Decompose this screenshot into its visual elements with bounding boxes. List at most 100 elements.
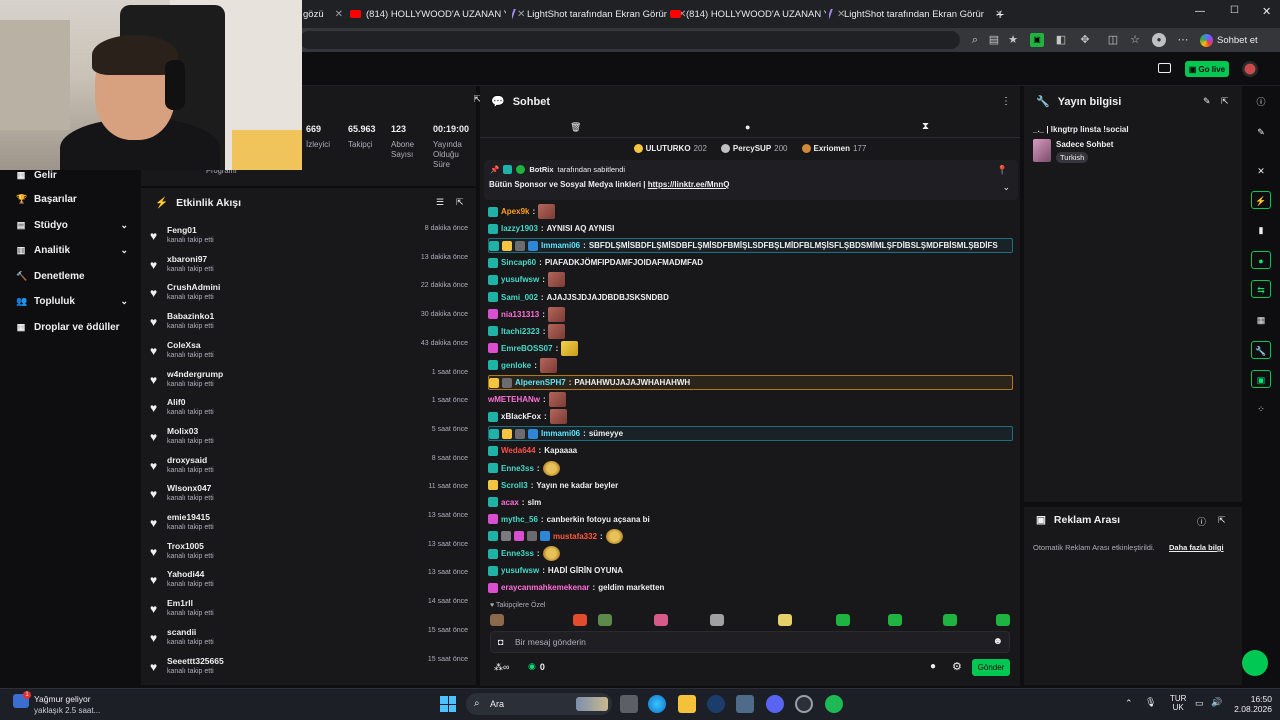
- chat-bubble-small-icon[interactable]: ●: [930, 661, 936, 672]
- reader-icon[interactable]: ▤: [987, 33, 1001, 47]
- favorites-icon[interactable]: ☆: [1128, 33, 1142, 47]
- chat-message[interactable]: Itachi2323:: [488, 323, 1013, 339]
- language-indicator[interactable]: TUR UK: [1170, 694, 1186, 712]
- nav-item[interactable]: ▤ Stüdyo ⌄: [16, 220, 128, 231]
- chat-username[interactable]: Sincap60: [501, 258, 536, 267]
- settings-app-icon[interactable]: [795, 695, 813, 713]
- clip-rail-icon[interactable]: ▮: [1251, 221, 1271, 239]
- chat-username[interactable]: Enne3ss: [501, 549, 534, 558]
- edge-browser-icon[interactable]: [648, 695, 666, 713]
- chat-username[interactable]: Weda644: [501, 446, 536, 455]
- taskbar-search[interactable]: ⌕ Ara: [466, 693, 612, 715]
- expand-chevron-icon[interactable]: ⌄: [1002, 182, 1010, 193]
- raid-rail-icon[interactable]: ⇆: [1251, 280, 1271, 298]
- chat-username[interactable]: wMETEHANw: [488, 395, 540, 404]
- favorite-star-icon[interactable]: ★: [1006, 33, 1020, 47]
- chat-username[interactable]: Sami_002: [501, 293, 538, 302]
- activity-item[interactable]: ♥ w4ndergrump kanalı takip etti 1 saat önce: [150, 369, 470, 393]
- emote-icon[interactable]: [710, 614, 724, 626]
- chat-rail-icon[interactable]: ●: [1251, 251, 1271, 269]
- chat-message[interactable]: yusufwsw: HADİ GİRİN OYUNA: [488, 563, 1013, 578]
- browser-tab[interactable]: LightShot tarafından Ekran Görün ✕: [512, 4, 692, 24]
- chat-username[interactable]: nia131313: [501, 310, 539, 319]
- copilot-chat-button[interactable]: Sohbet et: [1200, 31, 1272, 49]
- unpin-icon[interactable]: 📍: [997, 165, 1008, 176]
- edit-rail-icon[interactable]: ✎: [1251, 123, 1271, 141]
- chat-message[interactable]: Apex9k:: [488, 204, 1013, 219]
- chat-username[interactable]: acax: [501, 498, 519, 507]
- activity-item[interactable]: ♥ CrushAdmini kanalı takip etti 22 dakika ö…: [150, 282, 470, 306]
- nav-item[interactable]: ▥ Analitik ⌄: [16, 245, 128, 256]
- activity-item[interactable]: ♥ Seeettt325665 kanalı takip etti 15 saat ö…: [150, 656, 470, 680]
- leaderboard-entry[interactable]: PercySUP 200: [720, 140, 788, 156]
- new-tab-button[interactable]: +: [996, 6, 1004, 22]
- info-icon[interactable]: ⓘ: [1197, 515, 1206, 528]
- leaderboard-entry[interactable]: ULUTURKO 202: [633, 140, 707, 156]
- chat-message[interactable]: EmreBOSS07:: [488, 340, 1013, 356]
- chat-message[interactable]: acax: slm: [488, 495, 1013, 510]
- app-icon[interactable]: [736, 695, 754, 713]
- nav-item[interactable]: ▦ Gelir: [16, 170, 128, 181]
- marker-rail-icon[interactable]: ▦: [1251, 311, 1271, 329]
- address-bar[interactable]: [300, 31, 960, 49]
- network-icon[interactable]: ▭: [1195, 698, 1204, 709]
- emote-icon[interactable]: [836, 614, 850, 626]
- discord-icon[interactable]: [766, 695, 784, 713]
- microphone-icon[interactable]: 🎙: [1145, 697, 1156, 708]
- browser-tab[interactable]: (814) HOLLYWOOD'A UZANAN YO ✕: [670, 4, 850, 24]
- chat-message[interactable]: eraycanmahkemekenar: geldim marketten: [488, 580, 1013, 595]
- chat-input[interactable]: ◘ Bir mesaj gönderin ☻: [490, 631, 1010, 653]
- nav-item[interactable]: 🏆 Başarılar: [16, 194, 128, 205]
- emote-icon[interactable]: [996, 614, 1010, 626]
- activity-item[interactable]: ♥ xbaroni97 kanalı takip etti 13 dakika önc…: [150, 254, 470, 278]
- minimize-button[interactable]: —: [1195, 6, 1205, 17]
- chat-username[interactable]: Immami06: [541, 241, 580, 250]
- chat-message[interactable]: lazzy1903: AYNISI AQ AYNISI: [488, 221, 1013, 236]
- chat-message[interactable]: Sincap60: PIAFADKJÖMFIPDAMFJOIDAFMADMFAD: [488, 255, 1013, 270]
- steam-icon[interactable]: [707, 695, 725, 713]
- info-rail-icon[interactable]: ⓘ: [1251, 93, 1271, 111]
- close-tab-icon[interactable]: ✕: [335, 9, 343, 20]
- split-screen-icon[interactable]: ◫: [1106, 33, 1120, 47]
- ad-break-more-info-link[interactable]: Daha fazla bilgi: [1169, 543, 1224, 552]
- chat-message[interactable]: Immami06: sümeyye: [488, 426, 1013, 442]
- activity-item[interactable]: ♥ Wlsonx047 kanalı takip etti 11 saat önce: [150, 483, 470, 507]
- volume-icon[interactable]: 🔊: [1211, 697, 1222, 708]
- nav-item[interactable]: 🔨 Denetleme: [16, 271, 128, 282]
- activity-item[interactable]: ♥ scandii kanalı takip etti 15 saat önce: [150, 627, 470, 651]
- window-rail-icon[interactable]: ▣: [1251, 370, 1271, 388]
- weather-title[interactable]: Yağmur geliyor: [34, 694, 91, 704]
- chat-message[interactable]: Weda644: Kapaaaa: [488, 443, 1013, 458]
- chat-message[interactable]: Scroll3: Yayın ne kadar beyler: [488, 478, 1013, 493]
- overlay-icon[interactable]: [1158, 63, 1171, 73]
- more-options-icon[interactable]: ⋯: [1176, 33, 1190, 47]
- activity-item[interactable]: ♥ Yahodi44 kanalı takip etti 13 saat önce: [150, 569, 470, 593]
- extensions-puzzle-icon[interactable]: ✥: [1078, 33, 1092, 47]
- user-avatar[interactable]: [1242, 61, 1258, 77]
- pinned-link[interactable]: https://linktr.ee/MnnQ: [648, 180, 730, 189]
- chat-username[interactable]: Itachi2323: [501, 327, 540, 336]
- lightning-rail-icon[interactable]: ⚡: [1251, 191, 1271, 209]
- pinned-message[interactable]: 📌 BotRix tarafından sabitlendi Bütün Spons…: [484, 160, 1018, 200]
- emote-icon[interactable]: [598, 614, 612, 626]
- tray-chevron-icon[interactable]: ⌃: [1125, 698, 1133, 709]
- emote-icon[interactable]: [943, 614, 957, 626]
- browser-tab[interactable]: LightShot tarafından Ekran Görün ✕: [829, 4, 1009, 24]
- chat-message[interactable]: AlperenSPH7: PAHAHWUJAJAJWHAHAHWH: [488, 375, 1013, 390]
- zoom-icon[interactable]: ⌕: [968, 33, 982, 47]
- chat-mode-icon[interactable]: ●: [745, 122, 750, 132]
- emote-icon[interactable]: [654, 614, 668, 626]
- emote-icon[interactable]: [573, 614, 587, 626]
- trash-icon[interactable]: 🗑: [570, 122, 581, 133]
- filter-icon[interactable]: ☰: [436, 197, 444, 208]
- activity-item[interactable]: ♥ Trox1005 kanalı takip etti 13 saat önce: [150, 541, 470, 565]
- activity-item[interactable]: ♥ Babazinko1 kanalı takip etti 30 dakika ön…: [150, 311, 470, 335]
- spotify-icon[interactable]: [825, 695, 843, 713]
- activity-item[interactable]: ♥ ColeXsa kanalı takip etti 43 dakika önce: [150, 340, 470, 364]
- activity-popout-icon[interactable]: ⇱: [456, 197, 464, 208]
- chat-username[interactable]: Scroll3: [501, 481, 528, 490]
- go-live-button[interactable]: ▣ Go live: [1185, 61, 1229, 77]
- maximize-button[interactable]: ☐: [1230, 5, 1239, 16]
- chat-username[interactable]: yusufwsw: [501, 275, 539, 284]
- chat-username[interactable]: Immami06: [541, 429, 580, 438]
